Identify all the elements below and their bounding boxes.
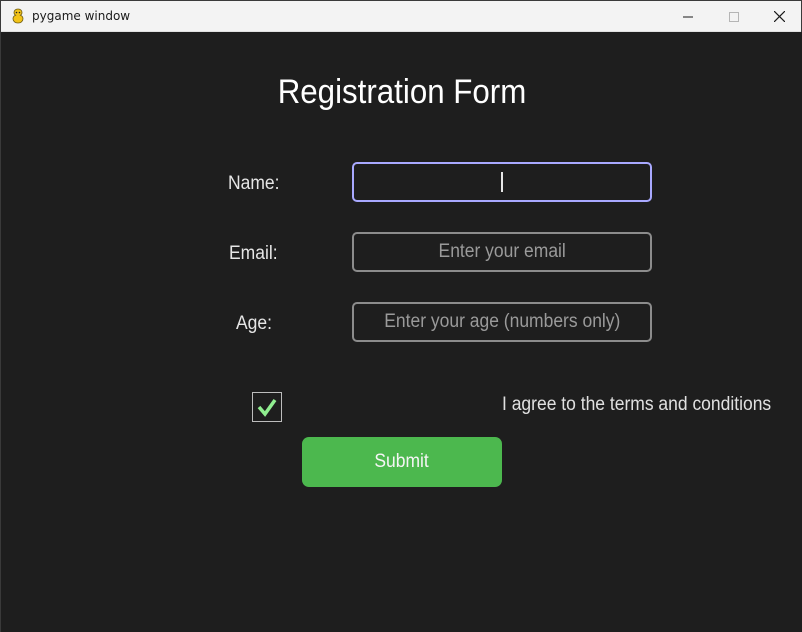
submit-button-label: Submit [374,451,430,472]
email-label: Email: [229,243,278,264]
pygame-snake-icon [12,8,24,24]
age-label: Age: [236,313,272,334]
form-title: Registration Form [277,73,527,111]
close-button[interactable] [756,1,802,32]
submit-button[interactable]: Submit [302,437,502,487]
maximize-icon [729,11,739,22]
terms-label: I agree to the terms and conditions [502,394,772,415]
window-title: pygame window [32,9,131,23]
name-input[interactable] [352,162,652,202]
title-bar[interactable]: pygame window [1,1,801,32]
close-icon [773,11,785,22]
name-label: Name: [228,173,280,194]
age-placeholder: Enter your age (numbers only) [383,311,621,332]
minimize-button[interactable] [665,1,711,32]
email-placeholder: Enter your email [438,241,566,262]
checkmark-icon [257,398,277,417]
minimize-icon [683,16,693,17]
email-input[interactable]: Enter your email [352,232,652,272]
pygame-window: pygame window Registration Form Name: Em… [0,0,802,632]
age-input[interactable]: Enter your age (numbers only) [352,302,652,342]
terms-checkbox[interactable] [252,392,282,422]
maximize-button[interactable] [711,1,757,32]
text-caret [501,172,503,192]
